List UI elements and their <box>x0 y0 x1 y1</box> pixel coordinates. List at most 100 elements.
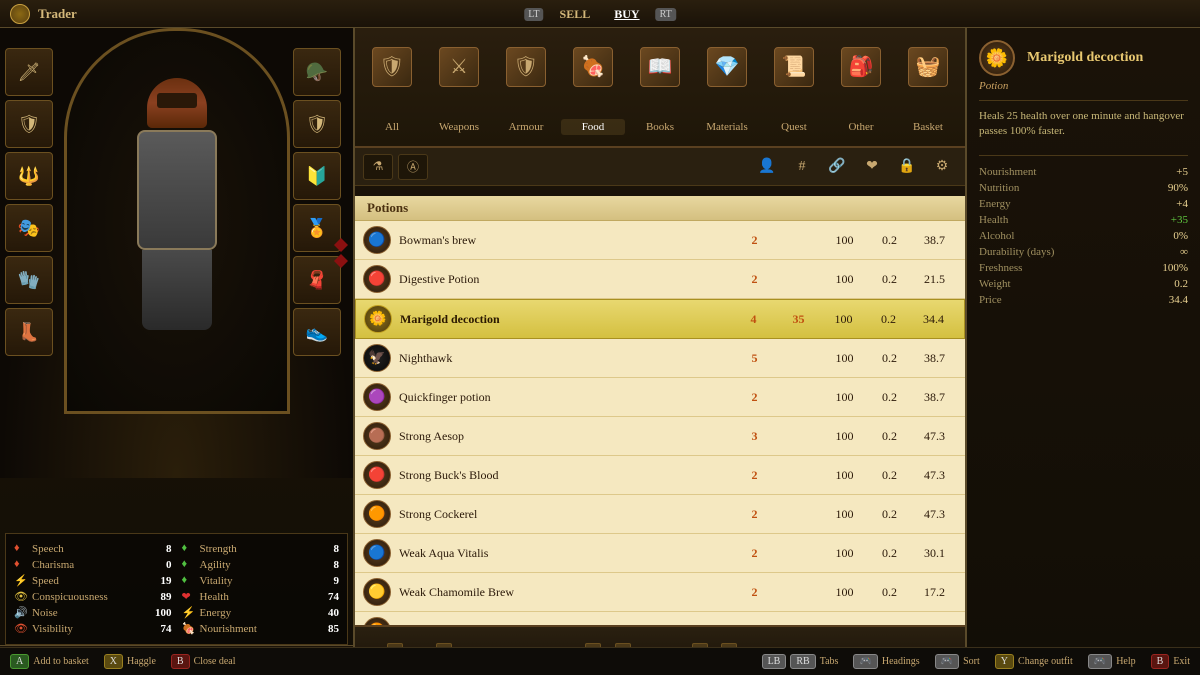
item-col2: 100 <box>821 312 866 327</box>
filter-btn-2[interactable]: Ⓐ <box>398 154 428 180</box>
detail-stat-health: Health +35 <box>979 212 1188 228</box>
stat-noise: 🔊 Noise 100 <box>14 606 172 620</box>
speech-label: Speech <box>32 543 143 555</box>
nav-arrow-down[interactable] <box>334 254 348 268</box>
table-row[interactable]: 🔴 Digestive Potion 2 100 0.2 21.5 <box>355 260 965 299</box>
equip-slot-boot[interactable]: 👢 <box>5 308 53 356</box>
change-outfit-badge: Y <box>995 654 1014 669</box>
equip-slot-shield[interactable]: 🛡 <box>5 100 53 148</box>
nav-arrows <box>334 238 348 268</box>
table-row[interactable]: 🔵 Bowman's brew 2 100 0.2 38.7 <box>355 221 965 260</box>
stat-val: 90% <box>1168 182 1188 194</box>
item-table[interactable]: Potions 🔵 Bowman's brew 2 100 0.2 38.7 🔴… <box>355 196 965 625</box>
tab-label-armour[interactable]: Armour <box>494 119 558 135</box>
table-row[interactable]: 🟠 Weak Fox 100 0.2 30.1 <box>355 612 965 625</box>
table-row[interactable]: 🔵 Weak Aqua Vitalis 2 100 0.2 30.1 <box>355 534 965 573</box>
action-change-outfit[interactable]: Y Change outfit <box>995 654 1073 669</box>
table-row[interactable]: 🟡 Weak Chamomile Brew 2 100 0.2 17.2 <box>355 573 965 612</box>
equip-slot-glove[interactable]: 🧤 <box>5 256 53 304</box>
char-helmet <box>147 78 207 128</box>
tab-weapons[interactable]: ⚔ <box>427 33 491 103</box>
tab-label-other[interactable]: Other <box>829 119 893 135</box>
stat-val: +35 <box>1171 214 1188 226</box>
equip-slot-helmet[interactable]: 🪖 <box>293 48 341 96</box>
detail-stat-energy: Energy +4 <box>979 196 1188 212</box>
item-col3: 0.2 <box>867 233 912 248</box>
item-col3: 0.2 <box>866 312 911 327</box>
equip-slot-shoes[interactable]: 👟 <box>293 308 341 356</box>
tab-quest[interactable]: 📜 <box>762 33 826 103</box>
equip-slot-badge[interactable]: 🔰 <box>293 152 341 200</box>
action-sort[interactable]: 🎮 Sort <box>935 654 980 669</box>
item-icon: 🟠 <box>363 500 391 528</box>
item-col1: 35 <box>776 312 821 327</box>
trader-icon <box>10 4 30 24</box>
stat-charisma: ♦ Charisma 0 <box>14 558 172 572</box>
health-value: 74 <box>314 591 339 603</box>
tab-all[interactable]: 🛡 <box>360 33 424 103</box>
tab-label-all[interactable]: All <box>360 119 424 135</box>
close-deal-badge: B <box>171 654 190 669</box>
tab-books[interactable]: 📖 <box>628 33 692 103</box>
tab-label-books[interactable]: Books <box>628 119 692 135</box>
equip-slot-armor[interactable]: 🛡 <box>293 100 341 148</box>
equip-slot-spear[interactable]: 🔱 <box>5 152 53 200</box>
tab-armour[interactable]: 🛡 <box>494 33 558 103</box>
tab-materials[interactable]: 💎 <box>695 33 759 103</box>
action-add-basket[interactable]: A Add to basket <box>10 654 89 669</box>
filter-btn-1[interactable]: ⚗ <box>363 154 393 180</box>
right-panel: 🌼 Marigold decoction Potion Heals 25 hea… <box>965 28 1200 675</box>
tab-food[interactable]: 🍖 <box>561 33 625 103</box>
action-exit[interactable]: B Exit <box>1151 654 1190 669</box>
item-name: Weak Aqua Vitalis <box>399 546 732 561</box>
tab-label-food[interactable]: Food <box>561 119 625 135</box>
tab-label-basket[interactable]: Basket <box>896 119 960 135</box>
item-icon: 🔵 <box>363 539 391 567</box>
tab-basket[interactable]: 🧺 <box>896 33 960 103</box>
equip-slot-sword[interactable]: 🗡 <box>5 48 53 96</box>
table-row[interactable]: 🔴 Strong Buck's Blood 2 100 0.2 47.3 <box>355 456 965 495</box>
nav-arrow-up[interactable] <box>334 238 348 252</box>
action-haggle[interactable]: X Haggle <box>104 654 156 669</box>
table-row[interactable]: 🟣 Quickfinger potion 2 100 0.2 38.7 <box>355 378 965 417</box>
left-panel: 🗡 🛡 🔱 🎭 🧤 👢 🪖 🛡 🔰 🏅 🧣 👟 <box>0 28 355 675</box>
energy-icon: ⚡ <box>182 606 196 620</box>
tab-label-weapons[interactable]: Weapons <box>427 119 491 135</box>
item-qty: 2 <box>732 585 777 600</box>
item-name: Quickfinger potion <box>399 390 732 405</box>
health-icon: ❤ <box>182 590 196 604</box>
stat-energy: ⚡ Energy 40 <box>182 606 340 620</box>
item-col4: 30.1 <box>912 546 957 561</box>
item-col2: 100 <box>822 390 867 405</box>
table-row[interactable]: 🟤 Strong Aesop 3 100 0.2 47.3 <box>355 417 965 456</box>
item-qty: 2 <box>732 507 777 522</box>
detail-stat-freshness: Freshness 100% <box>979 260 1188 276</box>
filter-icon-5: 🔒 <box>892 154 922 180</box>
action-tabs[interactable]: LB RB Tabs <box>762 654 839 669</box>
tab-label-materials[interactable]: Materials <box>695 119 759 135</box>
buy-button[interactable]: BUY <box>606 5 647 24</box>
action-help[interactable]: 🎮 Help <box>1088 654 1136 669</box>
stat-vitality: ♦ Vitality 9 <box>182 574 340 588</box>
noise-icon: 🔊 <box>14 606 28 620</box>
tab-other[interactable]: 🎒 <box>829 33 893 103</box>
item-col4: 38.7 <box>912 390 957 405</box>
equip-slot-mask[interactable]: 🎭 <box>5 204 53 252</box>
table-row[interactable]: 🟠 Strong Cockerel 2 100 0.2 47.3 <box>355 495 965 534</box>
sell-button[interactable]: SELL <box>552 5 599 24</box>
tab-label-quest[interactable]: Quest <box>762 119 826 135</box>
action-close-deal[interactable]: B Close deal <box>171 654 236 669</box>
item-col2: 100 <box>822 272 867 287</box>
table-row-selected[interactable]: 🌼 Marigold decoction 4 35 100 0.2 34.4 <box>355 299 965 339</box>
item-col3: 0.2 <box>867 507 912 522</box>
visibility-label: Visibility <box>32 623 143 635</box>
detail-stat-durability: Durability (days) ∞ <box>979 244 1188 260</box>
help-badge: 🎮 <box>1088 654 1112 669</box>
agility-icon: ♦ <box>182 558 196 572</box>
charisma-label: Charisma <box>32 559 143 571</box>
action-headings[interactable]: 🎮 Headings <box>853 654 919 669</box>
tab-basket-icon: 🧺 <box>908 47 948 87</box>
stat-speech: ♦ Speech 8 <box>14 542 172 556</box>
strength-icon: ♦ <box>182 542 196 556</box>
table-row[interactable]: 🦅 Nighthawk 5 100 0.2 38.7 <box>355 339 965 378</box>
